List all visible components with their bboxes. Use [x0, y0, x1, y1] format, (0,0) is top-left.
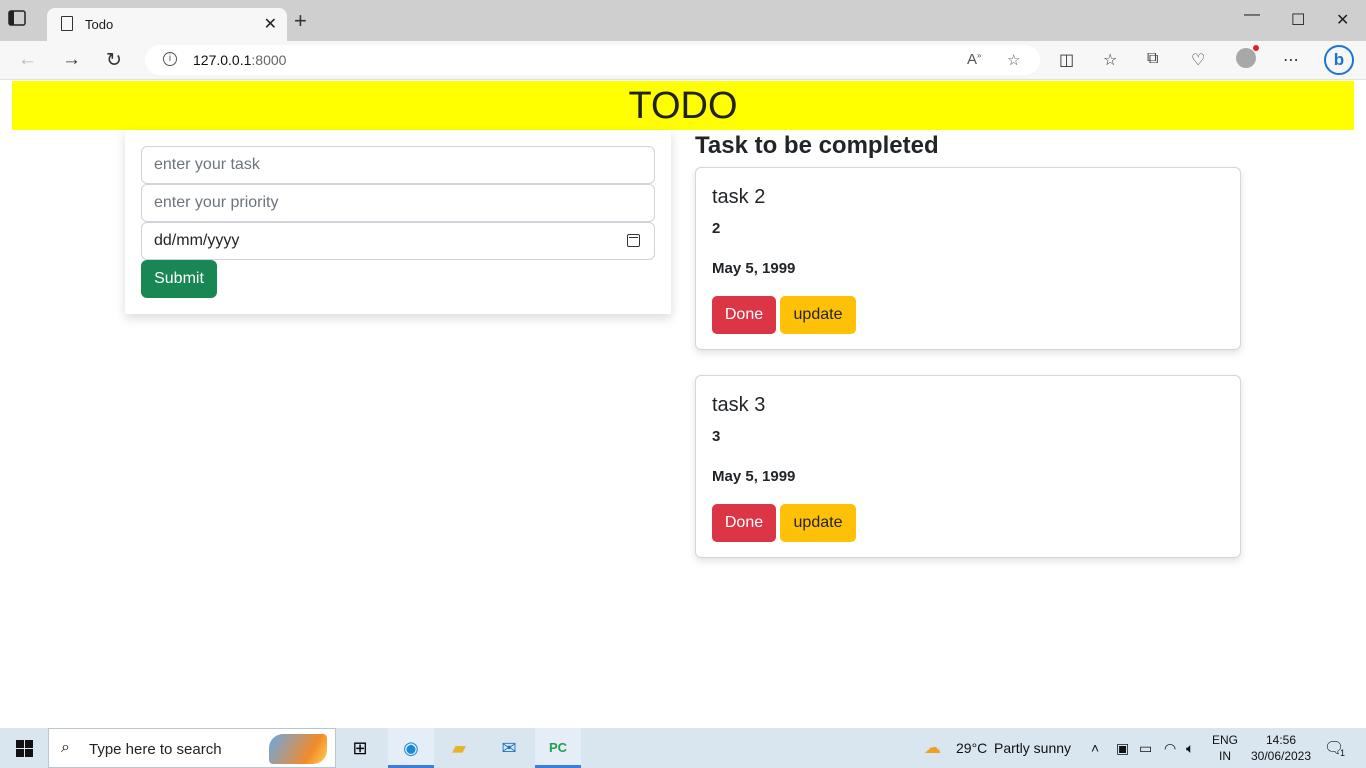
browser-tab[interactable]: Todo ✕: [47, 8, 287, 41]
update-button[interactable]: update: [780, 296, 856, 334]
priority-input[interactable]: [141, 184, 655, 222]
split-screen-icon[interactable]: ◫: [1059, 50, 1074, 70]
url-host: 127.0.0.1: [193, 52, 252, 68]
info-icon[interactable]: i: [163, 52, 177, 66]
new-tab-button[interactable]: +: [294, 10, 307, 32]
clock-time: 14:56: [1265, 733, 1297, 747]
submit-button[interactable]: Submit: [141, 260, 217, 298]
minimize-icon[interactable]: —: [1244, 6, 1260, 24]
show-hidden-icons-icon[interactable]: ˄: [1091, 740, 1099, 756]
browser-toolbar: ← → ↻ i 127.0.0.1:8000 A» ☆ ◫ ☆ ⧉ ♡ ⋯: [0, 41, 1366, 80]
collections-icon[interactable]: ⧉: [1147, 50, 1158, 68]
weather-icon[interactable]: ☁: [924, 738, 941, 758]
forward-icon[interactable]: →: [62, 49, 81, 71]
favorite-star-icon[interactable]: ☆: [1007, 51, 1020, 69]
tab-title: Todo: [85, 17, 114, 32]
profile-avatar[interactable]: [1236, 45, 1259, 68]
date-placeholder: dd/mm/yyyy: [154, 232, 240, 249]
meet-now-icon[interactable]: ▣: [1116, 740, 1129, 757]
weather-temp[interactable]: 29°C: [956, 740, 987, 756]
refresh-icon[interactable]: ↻: [106, 49, 122, 72]
close-window-icon[interactable]: ✕: [1336, 10, 1349, 30]
page-header: TODO: [12, 81, 1354, 130]
task-form: dd/mm/yyyy Submit: [125, 130, 671, 314]
mail-icon[interactable]: ✉: [486, 728, 532, 768]
done-button[interactable]: Done: [712, 504, 776, 542]
favorites-icon[interactable]: ☆: [1103, 50, 1117, 70]
task-input[interactable]: [141, 146, 655, 184]
address-bar[interactable]: i 127.0.0.1:8000 A» ☆: [145, 45, 1040, 75]
browser-tab-bar: Todo ✕ + — ☐ ✕: [0, 0, 1366, 41]
search-highlight-icon: [269, 734, 327, 764]
task-date: May 5, 1999: [712, 468, 796, 485]
task-list-title: Task to be completed: [695, 132, 939, 159]
document-icon: [61, 16, 73, 31]
more-options-icon[interactable]: ⋯: [1283, 50, 1299, 70]
read-aloud-icon[interactable]: A»: [967, 51, 981, 68]
browser-essentials-icon[interactable]: ♡: [1191, 50, 1205, 70]
system-clock[interactable]: 14:56 30/06/2023: [1250, 732, 1312, 764]
page-title: TODO: [628, 85, 738, 127]
windows-start-icon[interactable]: [16, 740, 33, 757]
task-card: task 3 3 May 5, 1999 Done update: [695, 375, 1241, 558]
wifi-icon[interactable]: ◠: [1164, 740, 1176, 757]
task-priority: 2: [712, 220, 721, 237]
done-button[interactable]: Done: [712, 296, 776, 334]
region-code: IN: [1219, 749, 1231, 763]
calendar-icon[interactable]: [627, 234, 640, 247]
task-name: task 3: [712, 394, 766, 416]
update-button[interactable]: update: [780, 504, 856, 542]
task-priority: 3: [712, 428, 721, 445]
clock-date: 30/06/2023: [1250, 749, 1312, 763]
task-name: task 2: [712, 186, 766, 208]
back-icon[interactable]: ←: [18, 49, 37, 71]
task-card: task 2 2 May 5, 1999 Done update: [695, 167, 1241, 350]
notification-count: 1: [1340, 748, 1346, 758]
url-port: :8000: [251, 52, 287, 68]
search-icon: ⌕: [61, 739, 70, 756]
language-indicator[interactable]: ENG IN: [1210, 732, 1240, 764]
search-placeholder: Type here to search: [89, 741, 222, 758]
url-text[interactable]: 127.0.0.1:8000: [193, 52, 286, 68]
language-code: ENG: [1211, 733, 1238, 747]
close-tab-icon[interactable]: ✕: [264, 14, 277, 34]
maximize-icon[interactable]: ☐: [1291, 10, 1305, 30]
pycharm-icon[interactable]: PC: [535, 728, 581, 768]
task-view-icon[interactable]: ⊞: [337, 728, 383, 768]
battery-icon[interactable]: ▭: [1139, 740, 1152, 757]
windows-taskbar: ⌕ Type here to search ⊞ ◉ ▰ ✉ PC ☁ 29°C …: [0, 728, 1366, 768]
task-date: May 5, 1999: [712, 260, 796, 277]
tab-actions-icon[interactable]: [8, 10, 40, 38]
edge-browser-icon[interactable]: ◉: [388, 728, 434, 768]
weather-text[interactable]: Partly sunny: [994, 740, 1071, 756]
file-explorer-icon[interactable]: ▰: [436, 728, 482, 768]
taskbar-search[interactable]: ⌕ Type here to search: [48, 728, 336, 768]
date-input[interactable]: dd/mm/yyyy: [141, 222, 655, 260]
bing-chat-icon[interactable]: b: [1324, 45, 1354, 75]
volume-icon[interactable]: 🔈︎: [1186, 740, 1194, 757]
